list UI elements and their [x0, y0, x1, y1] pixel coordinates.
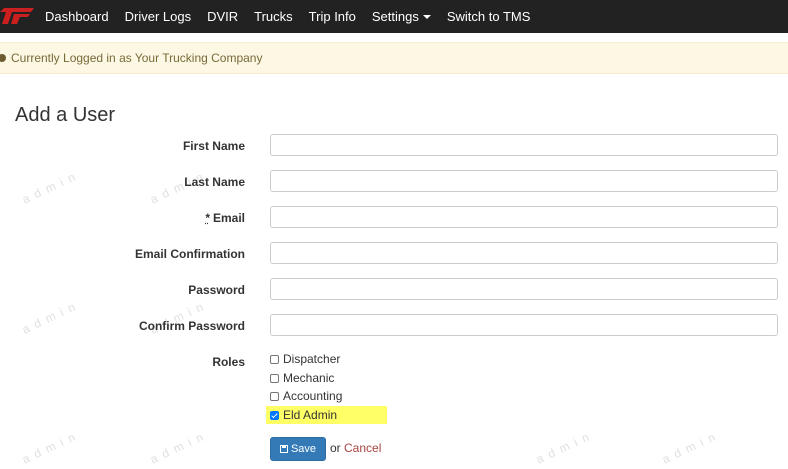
accounting-checkbox[interactable]	[270, 391, 279, 401]
page-title: Add a User	[15, 104, 116, 126]
password-label: Password	[188, 283, 245, 297]
password-input[interactable]	[270, 278, 778, 300]
info-icon	[0, 54, 6, 62]
role-mechanic[interactable]: Mechanic	[270, 371, 334, 385]
roles-label: Roles	[212, 355, 245, 369]
role-dispatcher[interactable]: Dispatcher	[270, 352, 340, 366]
required-marker: *	[205, 211, 210, 225]
nav-switch-to-tms[interactable]: Switch to TMS	[447, 9, 531, 24]
nav-settings-dropdown[interactable]: Settings	[372, 9, 431, 24]
email-label: * Email	[205, 211, 245, 225]
dispatcher-checkbox[interactable]	[270, 354, 279, 364]
nav-trucks[interactable]: Trucks	[254, 9, 293, 24]
top-navbar: Dashboard Driver Logs DVIR Trucks Trip I…	[0, 0, 788, 33]
alert-text: Currently Logged in as Your Trucking Com…	[11, 51, 263, 65]
email-confirmation-label: Email Confirmation	[134, 247, 245, 261]
nav-trip-info[interactable]: Trip Info	[309, 9, 356, 24]
confirm-password-label: Confirm Password	[138, 319, 245, 333]
role-eld-admin[interactable]: Eld Admin	[270, 408, 337, 422]
email-confirmation-input[interactable]	[270, 242, 778, 264]
logo-icon	[0, 8, 34, 24]
confirm-password-input[interactable]	[270, 314, 778, 336]
cancel-link[interactable]: Cancel	[344, 441, 381, 455]
company-logo[interactable]	[0, 0, 36, 33]
mechanic-checkbox[interactable]	[270, 373, 279, 383]
or-text: or	[330, 441, 341, 455]
nav-dashboard[interactable]: Dashboard	[45, 9, 109, 24]
last-name-input[interactable]	[270, 170, 778, 192]
first-name-label: First Name	[182, 139, 245, 153]
eld-admin-checkbox[interactable]	[270, 410, 279, 420]
nav-driver-logs[interactable]: Driver Logs	[125, 9, 191, 24]
email-input[interactable]	[270, 206, 778, 228]
save-button[interactable]: Save	[270, 437, 326, 461]
caret-down-icon	[422, 14, 431, 19]
nav-dvir[interactable]: DVIR	[207, 9, 238, 24]
watermark: admin	[659, 427, 723, 467]
last-name-label: Last Name	[184, 175, 245, 189]
floppy-disk-icon	[279, 445, 288, 453]
role-accounting[interactable]: Accounting	[270, 389, 342, 403]
logged-in-alert: Currently Logged in as Your Trucking Com…	[0, 42, 788, 74]
watermark: admin	[19, 427, 83, 467]
first-name-input[interactable]	[270, 134, 778, 156]
watermark: admin	[533, 427, 597, 467]
watermark: admin	[147, 427, 211, 467]
